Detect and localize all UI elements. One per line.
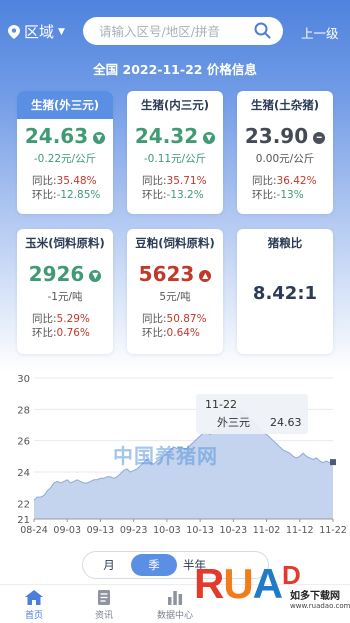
price-card-corn[interactable]: 玉米(饲料原料) 2926 ▼ -1元/吨 同比:5.29% 环比:0.76% <box>17 229 113 354</box>
y-tick-label: 26 <box>17 437 30 448</box>
logo-url: www.ruadao.com <box>290 602 350 610</box>
period-tab-quarter[interactable]: 季 <box>131 554 177 576</box>
caret-down-icon: ▼ <box>58 26 65 37</box>
card-mom: 环比:-12.85% <box>32 189 101 201</box>
x-tick-label: 09-13 <box>87 525 115 536</box>
card-title: 玉米(饲料原料) <box>25 236 105 250</box>
y-tick-label: 22 <box>17 499 30 510</box>
region-selector[interactable]: 区域 ▼ <box>8 21 65 42</box>
x-tick-label: 11-22 <box>319 525 347 536</box>
tab-home[interactable]: 首页 <box>9 589 59 621</box>
x-tick-label: 09-03 <box>53 525 81 536</box>
x-tick-label: 10-13 <box>186 525 214 536</box>
x-tick-label: 11-12 <box>286 525 314 536</box>
card-title: 豆粕(饲料原料) <box>135 236 215 250</box>
card-price: 24.32 ▼ <box>127 123 223 149</box>
card-title: 生猪(外三元) <box>17 91 113 119</box>
tab-news[interactable]: 资讯 <box>79 589 129 621</box>
card-price-value: 2926 <box>28 262 85 286</box>
location-pin-icon <box>8 24 20 39</box>
price-card-local-pig[interactable]: 生猪(土杂猪) 23.90 ━ 0.00元/公斤 同比:36.42% 环比:-1… <box>237 91 333 214</box>
arrow-up-icon: ▲ <box>199 270 212 282</box>
selected-point-marker <box>330 459 336 466</box>
region-label: 区域 <box>24 23 55 41</box>
search-icon[interactable] <box>254 22 271 39</box>
tooltip-date: 11-22 <box>205 398 237 411</box>
card-mom: 环比:-13% <box>252 189 304 201</box>
tab-label: 资讯 <box>94 611 113 621</box>
card-title: 猪粮比 <box>267 236 303 250</box>
card-change: 0.00元/公斤 <box>255 153 315 165</box>
card-mom: 环比:0.76% <box>32 327 90 339</box>
tooltip-series: 外三元 <box>217 416 250 429</box>
price-card-inner-ternary[interactable]: 生猪(内三元) 24.32 ▼ -0.11元/公斤 同比:35.71% 环比:-… <box>127 91 223 214</box>
x-tick-label: 11-02 <box>253 525 281 536</box>
price-card-soymeal[interactable]: 豆粕(饲料原料) 5623 ▲ 5元/吨 同比:50.87% 环比:0.64% <box>127 229 223 354</box>
card-change: -1元/吨 <box>47 291 83 303</box>
data-center-icon <box>168 591 183 605</box>
search-box[interactable] <box>83 17 283 45</box>
back-up-level-link[interactable]: 上一级 <box>301 23 339 42</box>
y-tick-label: 30 <box>17 374 30 385</box>
tab-label: 数据中心 <box>156 611 193 621</box>
x-tick-label: 09-23 <box>120 525 148 536</box>
chart-watermark: 中国养猪网 <box>113 444 218 468</box>
card-price: 5623 ▲ <box>127 261 223 287</box>
pig-grain-ratio-card[interactable]: 猪粮比 8.42:1 <box>237 229 333 354</box>
card-yoy: 同比:36.42% <box>252 175 317 187</box>
tooltip-value: 24.63 <box>270 416 302 429</box>
card-price: 23.90 ━ <box>237 123 333 149</box>
card-mom: 环比:0.64% <box>142 327 200 339</box>
card-change: -0.11元/公斤 <box>143 153 207 165</box>
period-tab-month[interactable]: 月 <box>91 554 127 576</box>
home-icon <box>25 590 43 605</box>
overlay-logo: RUAD 如多下载网 www.ruadao.com <box>194 560 350 622</box>
tab-label: 首页 <box>24 611 43 621</box>
page-headline: 全国 2022-11-22 价格信息 <box>93 62 257 77</box>
card-price: 24.63 ▼ <box>17 123 113 149</box>
price-trend-chart[interactable]: 21 22 24 26 28 30 08-24 09-03 09-13 09-23 10-03 10-… <box>0 372 350 542</box>
search-input[interactable] <box>97 22 251 40</box>
card-mom: 环比:-13.2% <box>142 189 204 201</box>
card-price-value: 5623 <box>138 262 195 286</box>
card-title: 生猪(内三元) <box>140 98 209 112</box>
news-icon <box>98 590 110 605</box>
price-card-outer-ternary[interactable]: 生猪(外三元) 24.63 ▼ -0.22元/公斤 同比:35.48% 环比:-… <box>17 91 113 214</box>
y-tick-label: 24 <box>17 468 30 479</box>
card-price-value: 23.90 <box>244 124 309 148</box>
card-change: 5元/吨 <box>159 291 191 303</box>
y-tick-label: 28 <box>17 405 30 416</box>
tab-data-center[interactable]: 数据中心 <box>150 589 200 621</box>
card-price-value: 24.63 <box>24 124 89 148</box>
card-change: -0.22元/公斤 <box>33 153 97 165</box>
x-tick-label: 08-24 <box>20 525 48 536</box>
logo-wordmark: RUAD <box>194 560 301 607</box>
card-yoy: 同比:35.71% <box>142 175 207 187</box>
logo-subtitle: 如多下载网 <box>290 591 340 602</box>
flat-minus-icon: ━ <box>313 132 326 144</box>
top-bar: 区域 ▼ 上一级 <box>0 15 350 47</box>
arrow-down-icon: ▼ <box>89 270 102 282</box>
card-price: 2926 ▼ <box>17 261 113 287</box>
card-yoy: 同比:5.29% <box>32 313 90 325</box>
card-yoy: 同比:50.87% <box>142 313 207 325</box>
card-title: 生猪(土杂猪) <box>250 98 319 112</box>
card-yoy: 同比:35.48% <box>32 175 97 187</box>
pig-grain-ratio-value: 8.42:1 <box>252 283 318 304</box>
arrow-down-icon: ▼ <box>203 132 216 144</box>
arrow-down-icon: ▼ <box>93 132 106 144</box>
card-price-value: 24.32 <box>134 124 199 148</box>
x-tick-label: 10-03 <box>153 525 181 536</box>
x-tick-label: 10-23 <box>220 525 248 536</box>
